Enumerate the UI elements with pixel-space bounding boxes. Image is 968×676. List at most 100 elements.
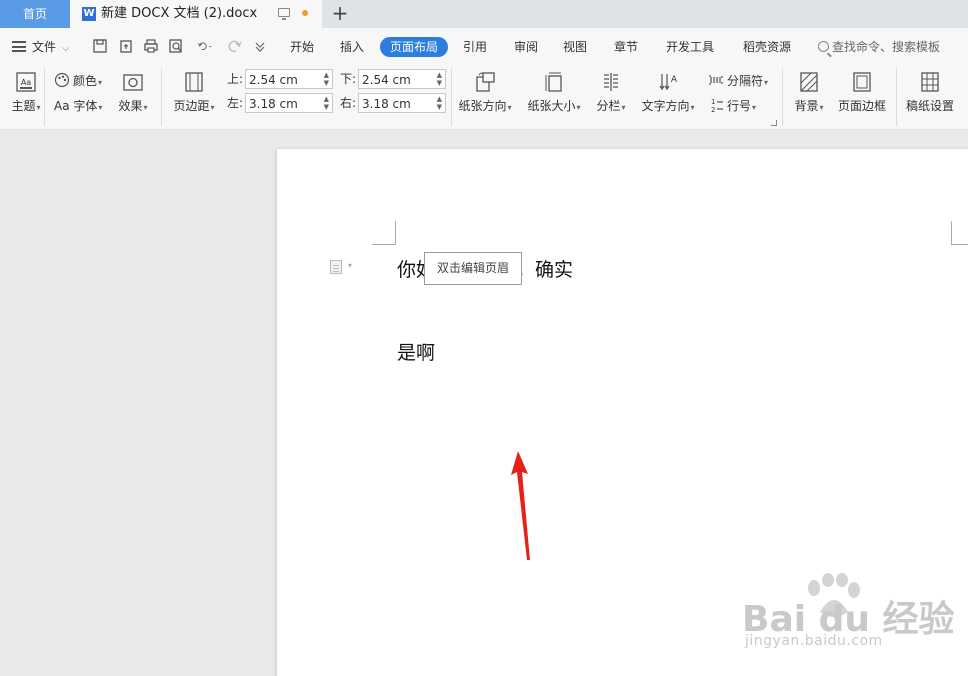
manuscript-settings-button[interactable]: 稿纸设置 xyxy=(904,71,956,114)
palette-icon xyxy=(54,72,70,88)
paper-size-label: 纸张大小 xyxy=(527,99,576,113)
columns-icon xyxy=(604,73,618,91)
document-tab-title: 新建 DOCX 文档 (2).docx xyxy=(101,6,258,21)
left-margin-value: 3.18 cm xyxy=(249,97,298,111)
spinner-icon[interactable]: ▲ ▼ xyxy=(437,71,442,87)
paper-size-icon xyxy=(545,72,562,92)
ribbon-dialog-launcher-icon[interactable] xyxy=(771,120,777,126)
page-break-icon xyxy=(709,75,723,85)
command-search-placeholder: 查找命令、搜索模板 xyxy=(832,40,941,54)
svg-text:A: A xyxy=(671,75,678,85)
manuscript-grid-icon xyxy=(921,72,939,92)
font-theme-label: Aa 字体 xyxy=(54,99,98,113)
orientation-label: 纸张方向 xyxy=(458,99,507,113)
bottom-margin-value: 2.54 cm xyxy=(362,73,411,87)
hamburger-icon xyxy=(12,41,26,52)
page-border-button[interactable]: 页面边框 xyxy=(836,71,888,114)
crop-mark-top-right xyxy=(951,221,968,245)
color-label: 颜色 xyxy=(73,74,98,88)
search-icon xyxy=(818,41,829,52)
ribbon-page-layout: Aa 主题▾ 颜色▾ Aa 字体▾ 效果▾ 页边距▾ 上: 2.54 cm ▲ ▼ 下… xyxy=(0,64,968,130)
color-button[interactable]: 颜色▾ xyxy=(54,72,102,90)
svg-text:2: 2 xyxy=(711,106,715,113)
monitor-icon[interactable] xyxy=(278,8,290,20)
chevron-down-icon: ⌵ xyxy=(62,43,70,54)
line-numbers-icon: 12 xyxy=(711,98,723,113)
effect-button[interactable]: 效果▾ xyxy=(115,71,151,114)
effect-label: 效果 xyxy=(118,99,143,113)
tab-insert[interactable]: 插入 xyxy=(340,38,364,56)
line-numbers-button[interactable]: 1 2 行号▾ xyxy=(708,97,756,115)
bottom-margin-label: 下: xyxy=(340,72,357,86)
breaks-button[interactable]: 分隔符▾ xyxy=(708,72,768,90)
top-margin-field[interactable]: 上: 2.54 cm ▲ ▼ xyxy=(227,69,333,89)
effect-icon xyxy=(123,74,143,91)
new-tab-button[interactable]: + xyxy=(330,0,350,28)
margins-icon xyxy=(185,72,203,92)
left-margin-field[interactable]: 左: 3.18 cm ▲ ▼ xyxy=(227,93,333,113)
paper-size-button[interactable]: 纸张大小▾ xyxy=(525,71,583,114)
top-margin-label: 上: xyxy=(227,72,244,86)
background-button[interactable]: 背景▾ xyxy=(791,71,827,114)
svg-text:Aa: Aa xyxy=(21,78,31,87)
tab-chapter[interactable]: 章节 xyxy=(614,38,638,56)
theme-button[interactable]: Aa 主题▾ xyxy=(9,71,43,114)
tab-docer-resources[interactable]: 稻壳资源 xyxy=(743,38,791,56)
tab-developer[interactable]: 开发工具 xyxy=(666,38,714,56)
right-margin-value: 3.18 cm xyxy=(362,97,411,111)
print-preview-icon[interactable] xyxy=(168,38,184,54)
file-menu-button[interactable]: 文件 ⌵ xyxy=(12,38,70,56)
wps-window: 首页 W 新建 DOCX 文档 (2).docx + 文件 ⌵ 开始 插入 页面… xyxy=(0,0,968,676)
baidu-jingyan-url: jingyan.baidu.com xyxy=(745,633,883,649)
command-search[interactable]: 查找命令、搜索模板 xyxy=(818,38,940,55)
columns-label: 分栏 xyxy=(596,99,621,113)
paragraph-layout-icon[interactable] xyxy=(330,260,342,274)
page-border-label: 页面边框 xyxy=(837,99,886,113)
redo-icon[interactable] xyxy=(227,38,243,54)
right-margin-label: 右: xyxy=(340,96,357,110)
text-direction-icon: A xyxy=(659,74,678,91)
text-direction-button[interactable]: A 文字方向▾ xyxy=(639,71,697,114)
top-margin-value: 2.54 cm xyxy=(249,73,298,87)
tab-view[interactable]: 视图 xyxy=(563,38,587,56)
tab-references[interactable]: 引用 xyxy=(463,38,487,56)
manuscript-settings-label: 稿纸设置 xyxy=(905,99,954,113)
background-icon xyxy=(800,72,818,92)
chevron-down-icon[interactable]: ▾ xyxy=(348,261,352,270)
tab-home[interactable]: 首页 xyxy=(0,0,70,28)
spinner-icon[interactable]: ▲ ▼ xyxy=(324,95,329,111)
quick-access-more-icon[interactable] xyxy=(252,38,268,54)
bottom-margin-field[interactable]: 下: 2.54 cm ▲ ▼ xyxy=(340,69,446,89)
theme-label: 主题 xyxy=(11,99,36,113)
unsaved-dot-icon xyxy=(302,10,308,16)
breaks-label: 分隔符 xyxy=(727,74,764,88)
right-margin-field[interactable]: 右: 3.18 cm ▲ ▼ xyxy=(340,93,446,113)
text-direction-label: 文字方向 xyxy=(641,99,690,113)
page-border-icon xyxy=(853,72,871,92)
background-label: 背景 xyxy=(794,99,819,113)
margins-button[interactable]: 页边距▾ xyxy=(170,71,218,114)
tab-review[interactable]: 审阅 xyxy=(514,38,538,56)
tab-bar: 首页 W 新建 DOCX 文档 (2).docx + xyxy=(0,0,968,28)
tab-page-layout[interactable]: 页面布局 xyxy=(380,37,449,57)
save-icon[interactable] xyxy=(92,38,108,54)
spinner-icon[interactable]: ▲ ▼ xyxy=(437,95,442,111)
tab-home-ribbon[interactable]: 开始 xyxy=(290,38,314,56)
menu-bar: 文件 ⌵ 开始 插入 页面布局 引用 审阅 视图 章节 开发工具 稻壳资源 查找… xyxy=(0,28,968,64)
svg-text:1: 1 xyxy=(711,98,715,106)
undo-icon[interactable] xyxy=(193,38,217,54)
tab-document[interactable]: W 新建 DOCX 文档 (2).docx xyxy=(70,0,322,28)
font-theme-button[interactable]: Aa 字体▾ xyxy=(54,97,102,115)
red-arrow-annotation xyxy=(511,451,530,560)
file-menu-label: 文件 xyxy=(32,40,57,54)
document-line-2[interactable]: 是啊 xyxy=(397,338,435,365)
export-pdf-icon[interactable] xyxy=(118,38,134,54)
columns-button[interactable]: 分栏▾ xyxy=(594,71,628,114)
orientation-button[interactable]: 纸张方向▾ xyxy=(456,71,514,114)
print-icon[interactable] xyxy=(143,38,159,54)
margins-label: 页边距 xyxy=(173,99,210,113)
spinner-icon[interactable]: ▲ ▼ xyxy=(324,71,329,87)
crop-mark-top-left xyxy=(372,221,396,245)
left-margin-label: 左: xyxy=(227,96,244,110)
wps-writer-icon: W xyxy=(82,7,96,21)
